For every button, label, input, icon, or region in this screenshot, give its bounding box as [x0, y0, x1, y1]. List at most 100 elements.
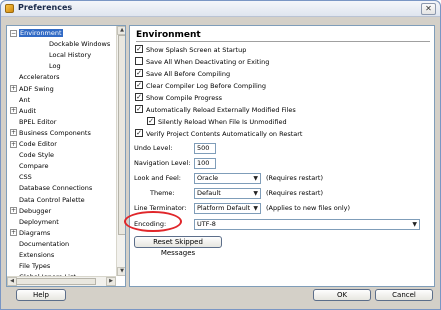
scroll-up-arrow-icon[interactable]: ▲ — [117, 26, 125, 35]
tree-vertical-scrollbar[interactable]: ▲ ▼ — [116, 26, 125, 276]
tree-item-label: Deployment — [19, 217, 59, 226]
scroll-down-arrow-icon[interactable]: ▼ — [117, 267, 125, 276]
title-bar[interactable]: Preferences ✕ — [1, 1, 440, 17]
encoding-highlight-annotation — [124, 211, 182, 232]
window-title: Preferences — [18, 3, 73, 12]
tree-item[interactable]: + ADF Swing — [10, 84, 54, 94]
undo-level-label: Undo Level: — [134, 144, 173, 152]
tree-item[interactable]: File Types — [10, 261, 50, 271]
tree-item-label: Audit — [19, 106, 37, 115]
checkbox-icon[interactable]: ✓ — [135, 45, 143, 53]
tree-item-label: Code Style — [19, 151, 55, 160]
tree-item-label: Compare — [19, 162, 49, 171]
tree-item[interactable]: Database Connections — [10, 183, 92, 193]
expand-icon[interactable]: + — [10, 140, 17, 148]
tree-item[interactable]: + Diagrams — [10, 228, 50, 238]
expand-icon[interactable]: + — [10, 129, 17, 137]
checkbox-auto-reload[interactable]: ✓ Automatically Reload Externally Modifie… — [135, 105, 296, 115]
tree-item[interactable]: Documentation — [10, 239, 69, 249]
checkbox-icon[interactable]: ✓ — [135, 69, 143, 77]
encoding-select[interactable]: UTF-8 ▼ — [194, 219, 420, 230]
help-button[interactable]: Help — [16, 289, 66, 301]
tree-item[interactable]: Deployment — [10, 217, 59, 227]
scroll-right-arrow-icon[interactable]: ▶ — [106, 277, 116, 286]
tree-item[interactable]: Ant — [10, 95, 30, 105]
tree-item-label: Accelerators — [19, 73, 60, 82]
tree-item-label: Environment — [19, 29, 63, 37]
tree-item[interactable]: Dockable Windows — [49, 39, 110, 49]
checkbox-icon[interactable]: ✓ — [135, 93, 143, 101]
checkbox-icon[interactable]: ✓ — [147, 117, 155, 125]
tree-item[interactable]: Local History — [49, 50, 91, 60]
look-and-feel-select[interactable]: Oracle ▼ — [194, 173, 261, 184]
checkbox-silently-reload[interactable]: ✓ Silently Reload When File Is Unmodified — [147, 117, 287, 127]
chevron-down-icon: ▼ — [253, 205, 258, 212]
tree-item[interactable]: + Debugger — [10, 206, 51, 216]
ok-button[interactable]: OK — [313, 289, 371, 301]
tree-item[interactable]: + Business Components — [10, 128, 91, 138]
tree-item-label: Business Components — [19, 128, 91, 137]
theme-note: (Requires restart) — [266, 189, 323, 197]
checkbox-verify-project[interactable]: ✓ Verify Project Contents Automatically o… — [135, 129, 302, 139]
undo-level-input[interactable]: 500 — [194, 143, 216, 154]
navigation-level-label: Navigation Level: — [134, 159, 191, 167]
category-tree[interactable]: − Environment Dockable Windows Local Histor… — [6, 25, 126, 287]
app-icon — [5, 4, 14, 13]
tree-item[interactable]: Extensions — [10, 250, 54, 260]
expand-icon[interactable]: + — [10, 207, 17, 215]
checkbox-icon[interactable]: ✓ — [135, 81, 143, 89]
checkbox-icon[interactable]: ✓ — [135, 129, 143, 137]
tree-horizontal-scrollbar[interactable]: ◀ ▶ — [7, 276, 116, 286]
tree-item-label: ADF Swing — [19, 84, 54, 93]
chevron-down-icon: ▼ — [253, 190, 258, 197]
checkbox-icon[interactable]: ✓ — [135, 105, 143, 113]
look-and-feel-label: Look and Feel: — [134, 174, 181, 182]
tree-item[interactable]: Compare — [10, 161, 49, 171]
tree-item[interactable]: Accelerators — [10, 72, 60, 82]
cancel-button[interactable]: Cancel — [375, 289, 433, 301]
tree-item[interactable]: − Environment — [10, 28, 63, 38]
tree-item[interactable]: CSS — [10, 172, 32, 182]
chevron-down-icon: ▼ — [412, 221, 417, 228]
tree-item[interactable]: + Code Editor — [10, 139, 57, 149]
tree-item-label: Database Connections — [19, 184, 93, 193]
tree-item-label: CSS — [19, 173, 32, 182]
tree-item-label: Dockable Windows — [49, 40, 111, 49]
scrollbar-thumb[interactable] — [118, 35, 125, 235]
checkbox-save-all-compiling[interactable]: ✓ Save All Before Compiling — [135, 69, 230, 79]
expand-icon[interactable]: + — [10, 107, 17, 115]
tree-item-label: Debugger — [19, 206, 52, 215]
checkbox-show-splash[interactable]: ✓ Show Splash Screen at Startup — [135, 45, 246, 55]
tree-item-label: Extensions — [19, 251, 55, 259]
checkbox-show-compile-progress[interactable]: ✓ Show Compile Progress — [135, 93, 222, 103]
tree-item[interactable]: Data Control Palette — [10, 195, 85, 205]
tree-item[interactable]: BPEL Editor — [10, 117, 56, 127]
reset-skipped-messages-button[interactable]: Reset Skipped Messages — [134, 236, 222, 257]
chevron-down-icon: ▼ — [253, 175, 258, 182]
collapse-icon[interactable]: − — [10, 29, 17, 37]
theme-label: Theme: — [150, 189, 175, 197]
tree-item[interactable]: + Audit — [10, 106, 36, 116]
theme-select[interactable]: Default ▼ — [194, 188, 261, 199]
close-button[interactable]: ✕ — [421, 3, 436, 15]
line-terminator-select[interactable]: Platform Default ▼ — [194, 203, 261, 214]
tree-item-label: Documentation — [19, 239, 70, 248]
tree-item-label: Diagrams — [19, 228, 51, 237]
tree-item-label: Local History — [49, 51, 92, 60]
tree-item-label: Data Control Palette — [19, 195, 85, 204]
horizontal-scrollbar-thumb[interactable] — [16, 278, 96, 285]
tree-item-label: Ant — [19, 95, 31, 104]
checkbox-clear-compiler-log[interactable]: ✓ Clear Compiler Log Before Compiling — [135, 81, 266, 91]
expand-icon[interactable]: + — [10, 229, 17, 237]
checkbox-save-all-deactivating[interactable]: Save All When Deactivating or Exiting — [135, 57, 269, 67]
line-terminator-note: (Applies to new files only) — [266, 204, 351, 212]
look-and-feel-note: (Requires restart) — [266, 174, 323, 182]
checkbox-icon[interactable] — [135, 57, 143, 65]
tree-item[interactable]: Log — [49, 61, 61, 71]
navigation-level-input[interactable]: 100 — [194, 158, 216, 169]
environment-settings-panel: Environment ✓ Show Splash Screen at Start… — [129, 25, 435, 287]
tree-item[interactable]: Code Style — [10, 150, 54, 160]
preferences-dialog: Preferences ✕ − Environment Dockable Windo… — [0, 0, 441, 310]
tree-item-label: File Types — [19, 262, 51, 271]
expand-icon[interactable]: + — [10, 85, 17, 92]
